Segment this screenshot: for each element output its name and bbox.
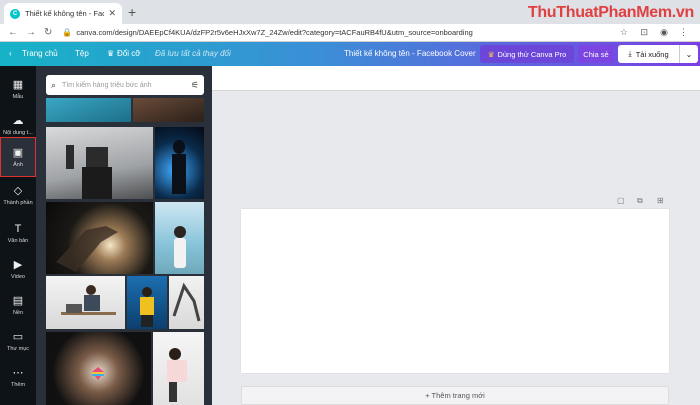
browser-tab[interactable]: C Thiết kế không tên - Facebook C ✕ — [4, 3, 122, 24]
back-chevron-icon[interactable]: ‹ — [9, 49, 12, 58]
filter-icon[interactable]: ⚟ — [191, 80, 199, 91]
side-rail: ▦ Mẫu ☁ Nội dung t... ▣ Ảnh ◇ Thành phần… — [0, 66, 36, 405]
share-button[interactable]: Chia sẻ — [578, 45, 614, 63]
lock-icon[interactable]: 🔒 — [62, 28, 72, 37]
crown-icon: ♛ — [107, 49, 115, 58]
photo-art — [61, 285, 116, 315]
bookmark-star-icon[interactable]: ☆ — [620, 27, 628, 38]
photo-art — [172, 282, 201, 322]
try-pro-button[interactable]: ♛ Dùng thử Canva Pro — [480, 45, 574, 63]
search-placeholder: Tìm kiếm hàng triệu bức ảnh — [62, 81, 152, 89]
rail-label: Thêm — [10, 382, 26, 388]
rail-item-text[interactable]: T Văn bản — [1, 214, 35, 252]
rail-label: Thành phần — [3, 200, 33, 206]
photo-thumbnail[interactable] — [155, 202, 204, 274]
photo-art — [140, 287, 154, 327]
resize-button[interactable]: Đổi cỡ — [117, 49, 140, 58]
photo-thumbnail[interactable] — [133, 98, 204, 122]
upload-icon: ☁ — [12, 115, 24, 127]
tab-title: Thiết kế không tên - Facebook C — [25, 9, 105, 18]
download-button[interactable]: ⤓ Tải xuống ⌄ — [618, 45, 698, 63]
rail-label: Thư mục — [6, 346, 30, 352]
video-icon: ▶ — [13, 259, 23, 271]
photo-art — [92, 367, 104, 380]
photos-panel: ⌕ Tìm kiếm hàng triệu bức ảnh ⚟ — [36, 66, 212, 405]
photo-art — [167, 348, 187, 402]
address-bar: ← → ↻ 🔒 canva.com/design/DAEEpCf4KUA/dzF… — [0, 24, 700, 42]
photo-thumbnail[interactable] — [46, 202, 153, 274]
url-text[interactable]: canva.com/design/DAEEpCf4KUA/dzFP2r5v6eH… — [76, 28, 472, 37]
elements-icon: ◇ — [13, 185, 23, 197]
editor-top-bar: ‹ Trang chủ Tệp ♛ Đổi cỡ Đã lưu tất cả t… — [0, 42, 700, 66]
download-label: Tải xuống — [635, 49, 669, 59]
crown-icon: ♛ — [487, 49, 495, 59]
template-icon: ▦ — [12, 79, 24, 91]
rail-label: Nền — [12, 310, 24, 316]
rail-label: Mẫu — [12, 94, 24, 100]
rail-item-video[interactable]: ▶ Video — [1, 250, 35, 288]
forward-nav-icon[interactable]: → — [26, 27, 36, 38]
back-nav-icon[interactable]: ← — [8, 27, 18, 38]
rail-item-templates[interactable]: ▦ Mẫu — [1, 70, 35, 108]
note-icon[interactable]: ▢ — [617, 196, 625, 205]
rail-item-more[interactable]: ⋯ Thêm — [1, 358, 35, 396]
rail-item-background[interactable]: ▤ Nền — [1, 286, 35, 324]
menu-dots-icon[interactable]: ⋮ — [679, 27, 688, 38]
text-icon: T — [14, 222, 22, 235]
photo-search-input[interactable]: ⌕ Tìm kiếm hàng triệu bức ảnh ⚟ — [46, 75, 204, 95]
reload-icon[interactable]: ↻ — [44, 27, 52, 38]
photo-art — [174, 226, 186, 268]
editor-sub-toolbar — [212, 66, 700, 91]
photo-thumbnail[interactable] — [153, 332, 204, 405]
rail-item-elements[interactable]: ◇ Thành phần — [1, 176, 35, 214]
new-tab-button[interactable]: + — [128, 4, 136, 20]
design-title[interactable]: Thiết kế không tên - Facebook Cover — [344, 49, 476, 58]
browser-tab-strip: C Thiết kế không tên - Facebook C ✕ + Th… — [0, 0, 700, 24]
rail-label: Video — [11, 274, 25, 280]
save-status: Đã lưu tất cả thay đổi — [155, 49, 231, 58]
close-tab-icon[interactable]: ✕ — [108, 8, 116, 19]
photo-art — [56, 226, 118, 272]
try-pro-label: Dùng thử Canva Pro — [497, 49, 567, 59]
rail-item-photos[interactable]: ▣ Ảnh — [0, 137, 36, 177]
canva-favicon-icon: C — [10, 8, 20, 19]
download-icon: ⤓ — [628, 49, 632, 58]
rail-label: Ảnh — [13, 162, 23, 168]
extension-icon[interactable]: ⊡ — [640, 27, 648, 38]
chevron-down-icon[interactable]: ⌄ — [680, 50, 698, 59]
watermark: ThuThuatPhanMem.vn — [527, 4, 694, 21]
rail-item-folder[interactable]: ▭ Thư mục — [1, 322, 35, 360]
photo-thumbnail[interactable] — [46, 332, 151, 405]
more-icon: ⋯ — [12, 367, 24, 379]
photo-art — [66, 145, 112, 199]
photo-icon: ▣ — [12, 147, 24, 159]
photo-thumbnail[interactable] — [169, 276, 204, 329]
extension-icon[interactable]: ◉ — [660, 27, 668, 38]
folder-icon: ▭ — [12, 331, 24, 343]
photo-thumbnail[interactable] — [155, 127, 204, 199]
add-page-icon[interactable]: ⊞ — [657, 196, 664, 205]
photo-thumbnail[interactable] — [127, 276, 167, 329]
background-icon: ▤ — [12, 295, 24, 307]
home-link[interactable]: Trang chủ — [22, 49, 58, 58]
photo-art — [172, 140, 186, 194]
rail-label: Nội dung t... — [3, 130, 33, 136]
design-page[interactable] — [241, 209, 669, 373]
photo-thumbnail[interactable] — [46, 276, 125, 329]
photo-thumbnail[interactable] — [46, 98, 131, 122]
duplicate-page-icon[interactable]: ⧉ — [637, 196, 643, 206]
file-menu[interactable]: Tệp — [75, 49, 89, 58]
add-new-page-button[interactable]: + Thêm trang mới — [241, 386, 669, 405]
rail-label: Văn bản — [7, 237, 29, 244]
photo-thumbnail[interactable] — [46, 127, 153, 199]
search-icon: ⌕ — [51, 79, 57, 90]
